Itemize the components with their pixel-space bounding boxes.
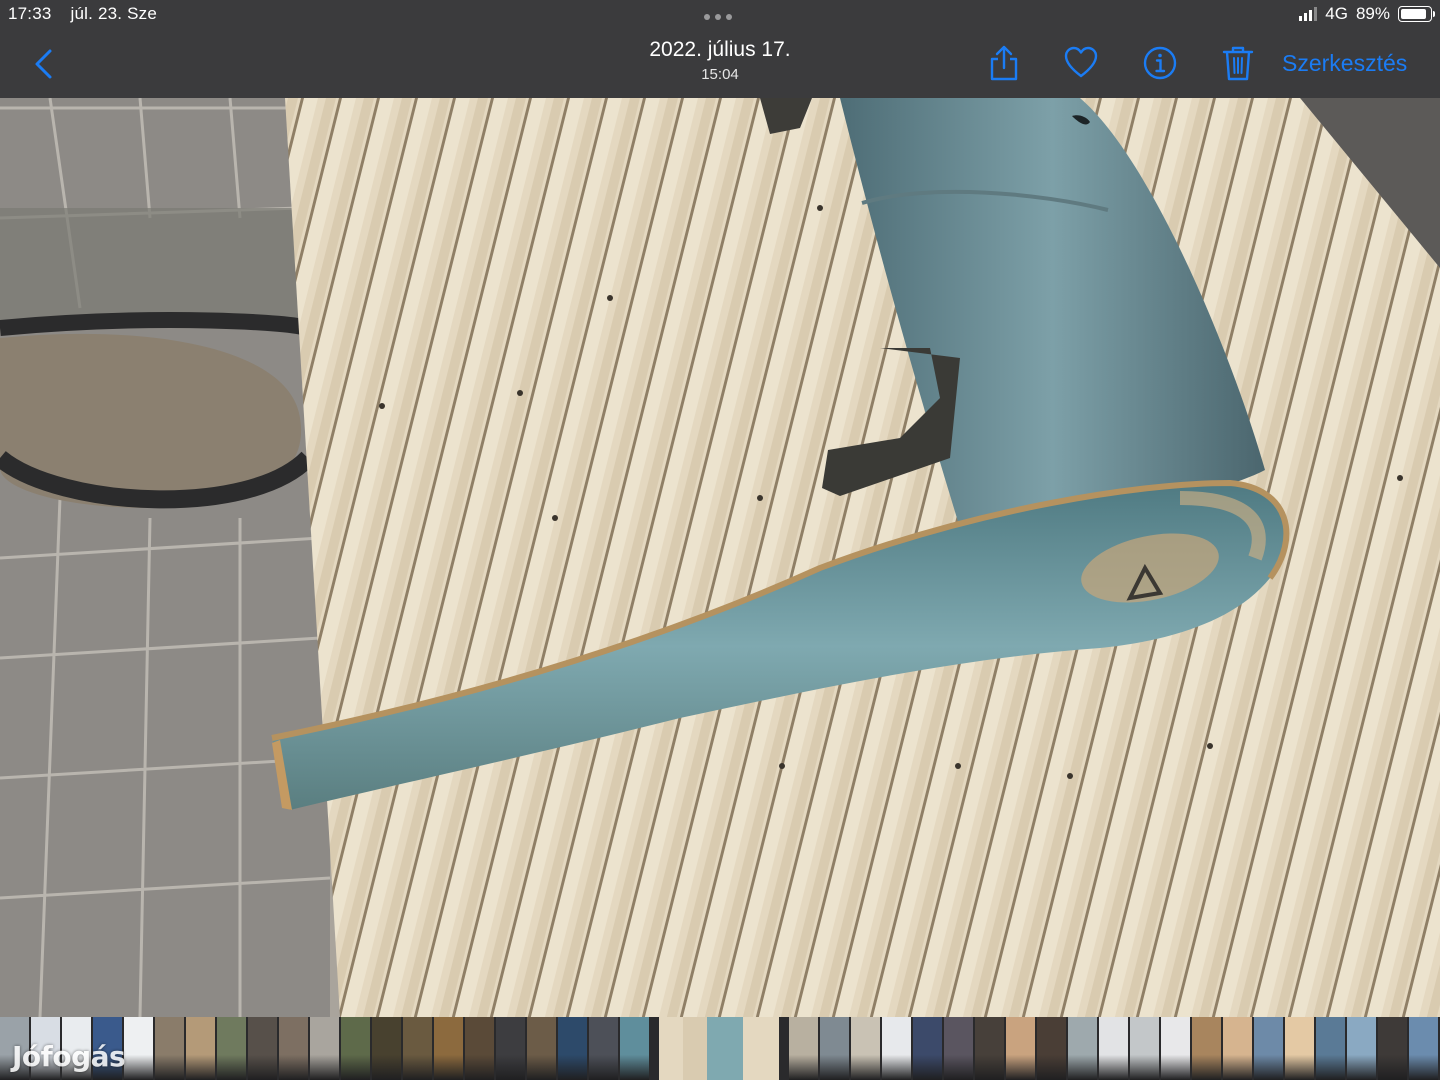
edit-button[interactable]: Szerkesztés <box>1282 50 1407 77</box>
share-icon[interactable] <box>986 44 1022 82</box>
filmstrip-thumb[interactable] <box>1347 1017 1376 1080</box>
photo-view[interactable] <box>0 98 1440 1017</box>
watermark-logo: Jófogás <box>12 1040 126 1073</box>
filmstrip-thumb[interactable] <box>217 1017 246 1080</box>
filmstrip-thumb[interactable] <box>1285 1017 1314 1080</box>
filmstrip-thumb[interactable] <box>341 1017 370 1080</box>
filmstrip-thumb[interactable] <box>589 1017 618 1080</box>
filmstrip-thumb[interactable] <box>1378 1017 1407 1080</box>
filmstrip-thumb[interactable] <box>1316 1017 1345 1080</box>
top-bar: 17:33 júl. 23. Sze 4G 89% 2022. július 1… <box>0 0 1440 98</box>
filmstrip-thumb[interactable] <box>527 1017 556 1080</box>
status-date: júl. 23. Sze <box>70 4 157 23</box>
filmstrip-thumb[interactable] <box>1037 1017 1066 1080</box>
filmstrip-thumb[interactable] <box>1223 1017 1252 1080</box>
filmstrip-thumb[interactable] <box>851 1017 880 1080</box>
filmstrip-thumb[interactable] <box>124 1017 153 1080</box>
filmstrip-thumb[interactable] <box>434 1017 463 1080</box>
filmstrip-thumb[interactable] <box>496 1017 525 1080</box>
filmstrip-thumb-current[interactable] <box>659 1017 779 1080</box>
filmstrip-thumb[interactable] <box>1254 1017 1283 1080</box>
chevron-left-icon[interactable] <box>30 46 60 82</box>
network-label: 4G <box>1325 4 1348 23</box>
filmstrip-thumb[interactable] <box>1130 1017 1159 1080</box>
filmstrip-thumb[interactable] <box>186 1017 215 1080</box>
filmstrip-thumb[interactable] <box>1161 1017 1190 1080</box>
filmstrip-thumb[interactable] <box>558 1017 587 1080</box>
filmstrip-thumb[interactable] <box>155 1017 184 1080</box>
filmstrip-thumb[interactable] <box>248 1017 277 1080</box>
filmstrip-thumb[interactable] <box>975 1017 1004 1080</box>
info-icon[interactable] <box>1142 44 1178 82</box>
filmstrip-thumb[interactable] <box>1099 1017 1128 1080</box>
filmstrip-thumb[interactable] <box>820 1017 849 1080</box>
signal-icon <box>1299 7 1318 21</box>
filmstrip-thumb[interactable] <box>1068 1017 1097 1080</box>
filmstrip-thumb[interactable] <box>310 1017 339 1080</box>
battery-icon <box>1398 6 1435 22</box>
filmstrip-thumb[interactable] <box>944 1017 973 1080</box>
filmstrip-thumb[interactable] <box>882 1017 911 1080</box>
trash-icon[interactable] <box>1220 44 1256 82</box>
filmstrip[interactable] <box>0 1017 1440 1080</box>
filmstrip-thumb[interactable] <box>1409 1017 1438 1080</box>
photo-date: 2022. július 17. <box>649 38 791 61</box>
filmstrip-thumb[interactable] <box>465 1017 494 1080</box>
photo-title: 2022. július 17. 15:04 <box>520 38 920 83</box>
battery-percent: 89% <box>1355 4 1390 23</box>
filmstrip-thumb[interactable] <box>372 1017 401 1080</box>
filmstrip-thumb[interactable] <box>279 1017 308 1080</box>
status-time: 17:33 <box>8 4 52 23</box>
filmstrip-thumb[interactable] <box>1006 1017 1035 1080</box>
multitask-dots-icon[interactable] <box>704 14 732 20</box>
status-right: 4G 89% <box>1299 4 1435 24</box>
filmstrip-thumb[interactable] <box>620 1017 649 1080</box>
photo-image <box>0 98 1440 1017</box>
status-left: 17:33 júl. 23. Sze <box>8 4 171 24</box>
heart-icon[interactable] <box>1063 44 1099 82</box>
photo-time: 15:04 <box>701 66 739 83</box>
filmstrip-thumb[interactable] <box>1192 1017 1221 1080</box>
filmstrip-thumb[interactable] <box>913 1017 942 1080</box>
filmstrip-thumb[interactable] <box>403 1017 432 1080</box>
filmstrip-thumb[interactable] <box>789 1017 818 1080</box>
